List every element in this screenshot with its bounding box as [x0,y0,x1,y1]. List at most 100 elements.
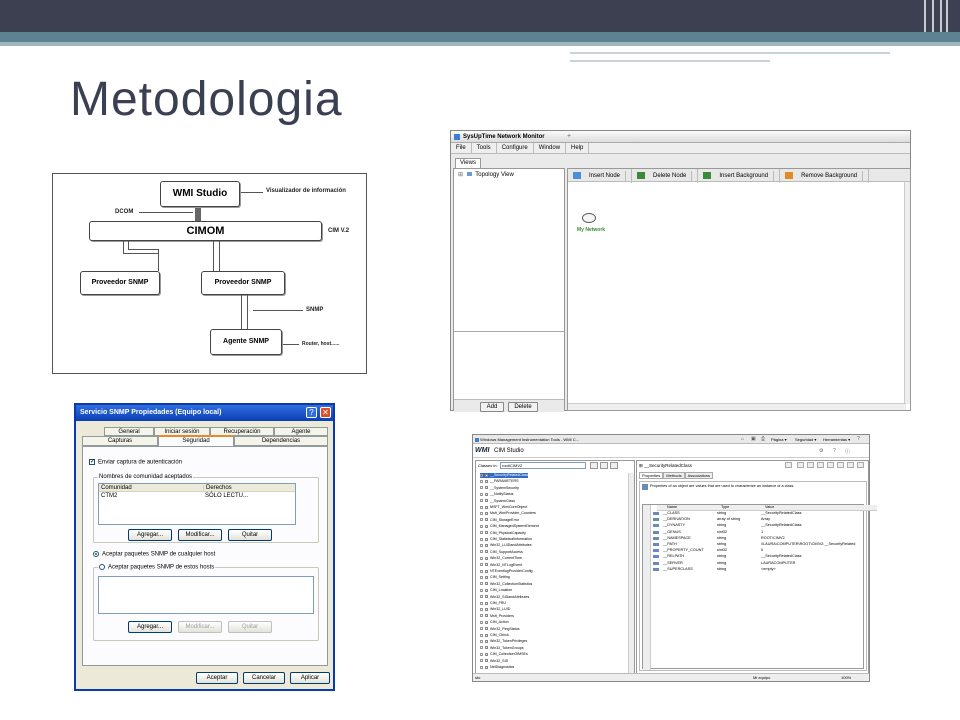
table-row[interactable]: __PROPERTY_COUNT sint32 0 [653,548,873,554]
plus-icon[interactable]: + [567,133,571,140]
tab-agente[interactable]: Agente [274,427,328,436]
table-row[interactable]: __SERVER string LAURACOMPUTER [653,561,873,567]
prop-tool-icon[interactable] [785,462,792,468]
tree-expander-icon[interactable] [480,588,483,592]
tree-expander-icon[interactable] [480,620,483,624]
tab-views[interactable]: Views [455,158,481,168]
tree-expander-icon[interactable] [480,569,483,573]
tab-associations[interactable]: Associations [684,472,714,479]
modificar-button[interactable]: Modificar... [178,529,222,541]
table-row[interactable]: __DERIVATION array of string Array [653,517,873,523]
col-name[interactable]: Name [667,505,677,511]
list-item[interactable]: __SystemSecurity [480,486,519,491]
hosts-list[interactable] [98,576,314,614]
status-zoom[interactable]: 100% [841,675,851,680]
tree-expander-icon[interactable] [480,537,483,541]
tree-expander-icon[interactable] [480,550,483,554]
table-row[interactable]: __RELPATH string __SecurityRelatedClass [653,554,873,560]
prop-tool-icon[interactable] [797,462,804,468]
namespace-select[interactable]: root\CIMV2 [500,462,586,469]
tree-expander-icon[interactable] [480,524,483,528]
tree-expander-icon[interactable] [480,639,483,643]
list-item[interactable]: Win32_TokenGroups [480,646,524,651]
radio-any-host[interactable] [93,551,99,557]
close-button[interactable]: ✕ [320,407,331,418]
tree-scrollbar[interactable] [628,473,634,673]
tree-expander-icon[interactable] [480,531,483,535]
list-item[interactable]: CIM_ManagedSystemElement [480,524,539,529]
tree-expander-icon[interactable] [480,473,483,477]
help-button[interactable]: ? [306,407,317,418]
menu-file[interactable]: File [451,143,472,153]
prop-tool-icon[interactable] [847,462,854,468]
tree-expander-icon[interactable] [480,518,483,522]
table-row[interactable]: __PATH string \\LAURA\COMPUTER\ROOT\CIMV2:… [653,542,873,548]
aceptar-button[interactable]: Aceptar [196,672,238,684]
auth-trap-checkbox-row[interactable]: ✓ Enviar captura de autenticación [89,459,182,466]
tree-expander-icon[interactable] [480,582,483,586]
menu-help[interactable]: Help [566,143,590,153]
list-item[interactable]: Win32_SIDandAttributes [480,595,529,600]
tree-expander-icon[interactable] [480,652,483,656]
prop-tool-icon[interactable] [857,462,864,468]
tab-dependencias[interactable]: Dependencias [234,436,328,446]
list-item[interactable]: CIM_PhysicalCapacity [480,531,526,536]
list-item[interactable]: __PARAMETERS [480,479,519,484]
tree-expander-icon[interactable] [480,543,483,547]
list-item[interactable]: CIM_StatisticalInformation [480,537,532,542]
table-row[interactable]: __CLASS string __SecurityRelatedClass [653,511,873,517]
cancelar-button[interactable]: Cancelar [243,672,285,684]
list-item[interactable]: CIM_Action [480,620,509,625]
table-row[interactable]: CTM2 SÓLO LECTU... [99,492,295,500]
table-row[interactable]: __SUPERCLASS string <empty> [653,567,873,573]
radio-these-hosts-row[interactable]: Aceptar paquetes SNMP de estos hosts [98,564,216,571]
list-item[interactable]: CIM_CollectionOfMSEs [480,652,528,657]
list-item[interactable]: CIM_Setting [480,575,510,580]
tab-properties[interactable]: Properties [639,472,664,479]
tree-expander-icon[interactable] [480,646,483,650]
list-item[interactable]: __SecurityRelatedClass [480,473,529,478]
delete-button[interactable]: Delete [508,402,538,412]
menu-configure[interactable]: Configure [497,143,534,153]
tree-expander-icon[interactable] [480,511,483,515]
list-item[interactable]: Win32_TokenPrivileges [480,639,527,644]
browse-namespace-icon[interactable] [590,462,598,469]
list-item[interactable]: Win32_LUIDandAttributes [480,543,532,548]
remove-background-button[interactable]: Remove Background [780,169,870,183]
delete-node-button[interactable]: Delete Node [632,169,699,183]
tree-expander-icon[interactable] [480,601,483,605]
col-value[interactable]: Value [765,505,774,511]
list-item[interactable]: Win32_PingStatus [480,627,520,632]
tree-expander-icon[interactable] [480,563,483,567]
list-item[interactable]: Msft_WmiProvider_Counters [480,511,536,516]
menu-pagina[interactable]: Página ▾ [771,437,787,442]
radio-any-host-row[interactable]: Aceptar paquetes SNMP de cualquier host [93,551,215,558]
add-button[interactable]: Add [480,402,504,412]
delete-class-icon[interactable] [610,462,618,469]
tab-capturas[interactable]: Capturas [82,436,158,446]
list-item[interactable]: Win32_SID [480,659,508,664]
insert-node-button[interactable]: Insert Node [568,169,633,183]
header-tool-icon[interactable]: ⚙ [819,448,823,454]
menu-tools[interactable]: Tools [472,143,497,153]
tree-expander-icon[interactable] [480,595,483,599]
list-item[interactable]: CIM_Location [480,588,512,593]
tree-expander-icon[interactable] [480,614,483,618]
properties-grid[interactable]: Name Type Value __CLASS string __SecurityR… [642,504,877,670]
insert-background-button[interactable]: Insert Background [698,169,781,183]
agregar-button[interactable]: Agregar... [128,529,172,541]
prop-tool-icon[interactable] [807,462,814,468]
menu-herramientas[interactable]: Herramientas ▾ [823,437,850,442]
tree-expander-icon[interactable] [480,575,483,579]
community-list[interactable]: Comunidad Derechos CTM2 SÓLO LECTU... [98,483,296,525]
auth-trap-checkbox[interactable]: ✓ [89,459,95,465]
prop-tool-icon[interactable] [837,462,844,468]
tree-expander-icon[interactable] [480,659,483,663]
help-icon[interactable]: ? [857,436,860,442]
table-row[interactable]: __NAMESPACE string ROOT\CIMV2 [653,536,873,542]
list-item[interactable]: Msft_Providers [480,614,514,619]
col-derechos[interactable]: Derechos [203,485,232,491]
list-item[interactable]: Win32_CurrentTime [480,556,522,561]
list-item[interactable]: Win32_NTLogEvent [480,563,522,568]
list-item[interactable]: Win32_LUID [480,607,510,612]
